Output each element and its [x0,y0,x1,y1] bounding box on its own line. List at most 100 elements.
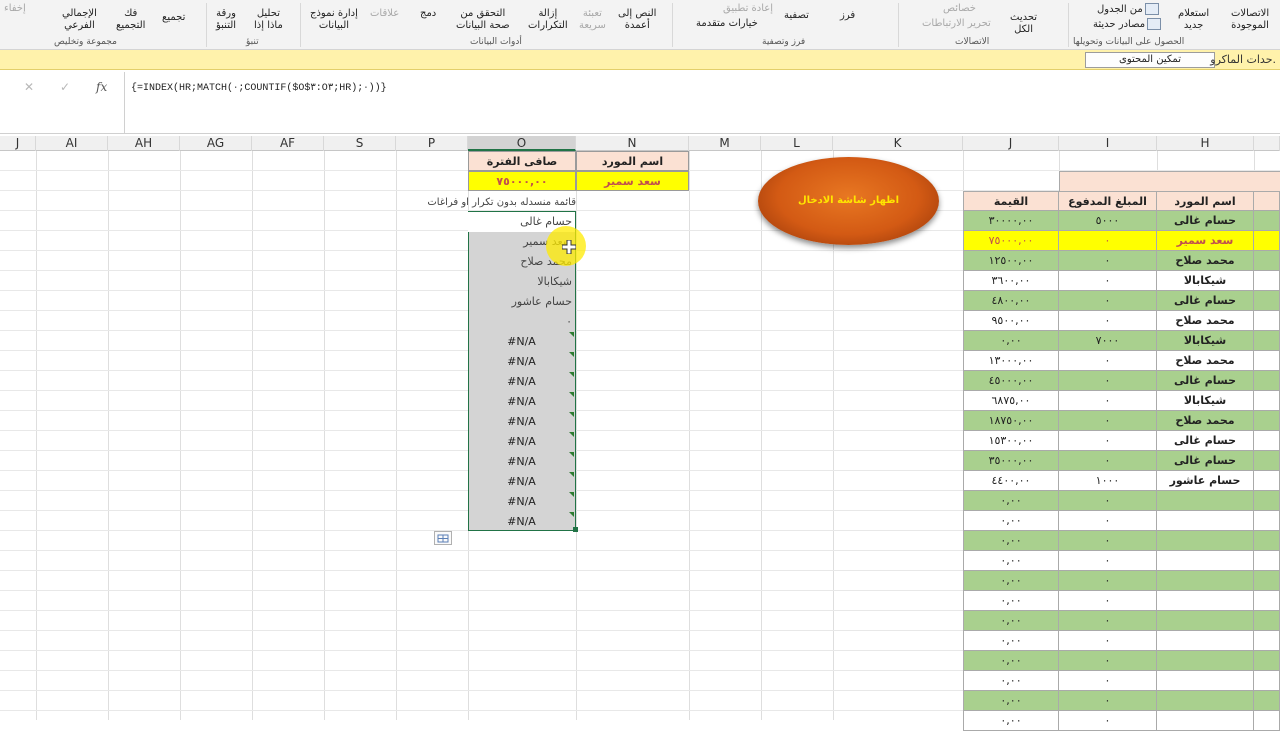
table-cell[interactable]: ٠,٠٠ [963,571,1059,591]
existing-connections-button[interactable]: الاتصالات الموجودة [1231,8,1269,32]
table-cell[interactable]: ٠,٠٠ [963,531,1059,551]
table-cell[interactable]: ١٥٣٠٠,٠٠ [963,431,1059,451]
table-cell[interactable]: ٠ [1059,651,1157,671]
table-cell[interactable]: ٠ [1059,611,1157,631]
table-cell[interactable] [1254,691,1280,711]
table-cell[interactable]: ١٣٠٠٠,٠٠ [963,351,1059,371]
column-header[interactable]: H [1157,136,1254,151]
table-cell[interactable]: حسام غالى [1157,431,1254,451]
table-cell[interactable]: ٠ [1059,391,1157,411]
table-cell[interactable]: ٠ [1059,491,1157,511]
net-period-header[interactable]: صافى الفترة [468,151,576,171]
supplier-name-value[interactable]: سعد سمير [576,171,689,191]
column-header[interactable]: N [576,136,689,151]
table-cell[interactable] [1254,591,1280,611]
table-cell[interactable] [1157,571,1254,591]
table-cell[interactable] [1254,371,1280,391]
list-item[interactable]: #N/A [468,472,575,492]
table-cell[interactable]: ٠,٠٠ [963,651,1059,671]
table-header-cell[interactable]: القيمة [963,191,1059,211]
table-cell[interactable]: حسام غالى [1157,371,1254,391]
text-to-columns-button[interactable]: النص إلى أعمدة [618,8,656,32]
column-header[interactable]: J [0,136,36,151]
table-cell[interactable]: ١٠٠٠ [1059,471,1157,491]
table-cell[interactable]: ٠ [1059,531,1157,551]
column-header-selected[interactable]: O [468,136,576,151]
table-cell[interactable]: ٠ [1059,511,1157,531]
table-cell[interactable]: محمد صلاح [1157,351,1254,371]
table-cell[interactable]: ٤٥٠٠٠,٠٠ [963,371,1059,391]
table-cell[interactable] [1157,651,1254,671]
supplier-name-header[interactable]: اسم المورد [576,151,689,171]
table-cell[interactable]: ٣٠٠٠٠,٠٠ [963,211,1059,231]
table-cell[interactable]: ٠ [1059,371,1157,391]
table-cell[interactable] [1254,351,1280,371]
table-cell[interactable]: ١٨٧٥٠,٠٠ [963,411,1059,431]
column-header[interactable]: S [324,136,396,151]
column-header[interactable]: I [1059,136,1157,151]
manage-data-model-button[interactable]: إدارة نموذج البيانات [310,8,358,32]
table-cell[interactable]: ١٢٥٠٠,٠٠ [963,251,1059,271]
table-cell[interactable]: شيكابالا [1157,271,1254,291]
group-button[interactable]: تجميع [162,12,185,24]
table-cell[interactable]: شيكابالا [1157,391,1254,411]
cancel-icon[interactable]: ✕ [24,80,34,94]
what-if-analysis-button[interactable]: تحليل ماذا إذا [254,8,283,32]
column-header[interactable]: L [761,136,833,151]
table-cell[interactable] [1157,591,1254,611]
forecast-sheet-button[interactable]: ورقة التنبؤ [216,8,236,32]
table-cell[interactable]: ٠,٠٠ [963,711,1059,731]
hide-detail-button[interactable]: إخفاء [4,3,26,15]
table-cell[interactable]: حسام غالى [1157,291,1254,311]
table-cell[interactable] [1254,511,1280,531]
table-cell[interactable]: ٠,٠٠ [963,491,1059,511]
table-cell[interactable] [1254,331,1280,351]
list-item[interactable]: #N/A [468,432,575,452]
table-cell[interactable]: محمد صلاح [1157,411,1254,431]
table-cell[interactable]: محمد صلاح [1157,251,1254,271]
enter-icon[interactable]: ✓ [60,80,70,94]
table-cell[interactable]: ٠ [1059,311,1157,331]
flash-fill-button[interactable]: تعبئة سريعة [579,8,606,32]
table-cell[interactable]: ٠,٠٠ [963,611,1059,631]
quick-analysis-icon[interactable] [434,531,452,545]
table-cell[interactable] [1254,271,1280,291]
table-header-cell[interactable]: اسم المورد [1157,191,1254,211]
show-entry-screen-button[interactable]: اظهار شاشة الادخال [758,157,939,245]
table-cell[interactable] [1254,491,1280,511]
recent-sources-button[interactable]: مصادر حديثة [1093,18,1162,31]
table-cell[interactable] [1157,691,1254,711]
table-cell[interactable] [1254,471,1280,491]
table-cell[interactable]: ٩٥٠٠,٠٠ [963,311,1059,331]
column-header[interactable]: P [396,136,468,151]
table-cell[interactable] [1254,651,1280,671]
enable-content-button[interactable]: تمكين المحتوى [1085,52,1215,68]
table-cell[interactable] [1254,211,1280,231]
reapply-button[interactable]: إعادة تطبيق [723,3,773,15]
table-cell[interactable] [1157,711,1254,731]
table-cell[interactable]: ٠ [1059,411,1157,431]
column-header[interactable]: K [833,136,963,151]
table-cell[interactable] [1157,491,1254,511]
table-cell[interactable] [1157,631,1254,651]
table-cell[interactable]: ٤٤٠٠,٠٠ [963,471,1059,491]
table-cell[interactable]: ٧٠٠٠ [1059,331,1157,351]
table-cell[interactable]: ٤٨٠٠,٠٠ [963,291,1059,311]
table-cell[interactable]: ٠ [1059,711,1157,731]
table-cell[interactable] [1254,391,1280,411]
table-cell[interactable]: ٠ [1059,351,1157,371]
advanced-button[interactable]: خيارات متقدمة [696,18,758,30]
list-item[interactable]: #N/A [468,412,575,432]
list-item[interactable]: #N/A [468,352,575,372]
fill-handle[interactable] [573,527,578,532]
table-header-cell[interactable]: المبلغ المدفوع [1059,191,1157,211]
table-cell[interactable] [1254,291,1280,311]
table-cell[interactable]: سعد سمير [1157,231,1254,251]
column-header[interactable]: J [963,136,1059,151]
remove-duplicates-button[interactable]: إزالة التكرارات [528,8,568,32]
table-cell[interactable] [1254,711,1280,731]
edit-links-button[interactable]: تحرير الارتباطات [922,18,991,30]
table-cell[interactable]: ٣٦٠٠,٠٠ [963,271,1059,291]
table-cell[interactable]: ٠ [1059,671,1157,691]
list-item[interactable]: حسام عاشور [468,292,575,312]
